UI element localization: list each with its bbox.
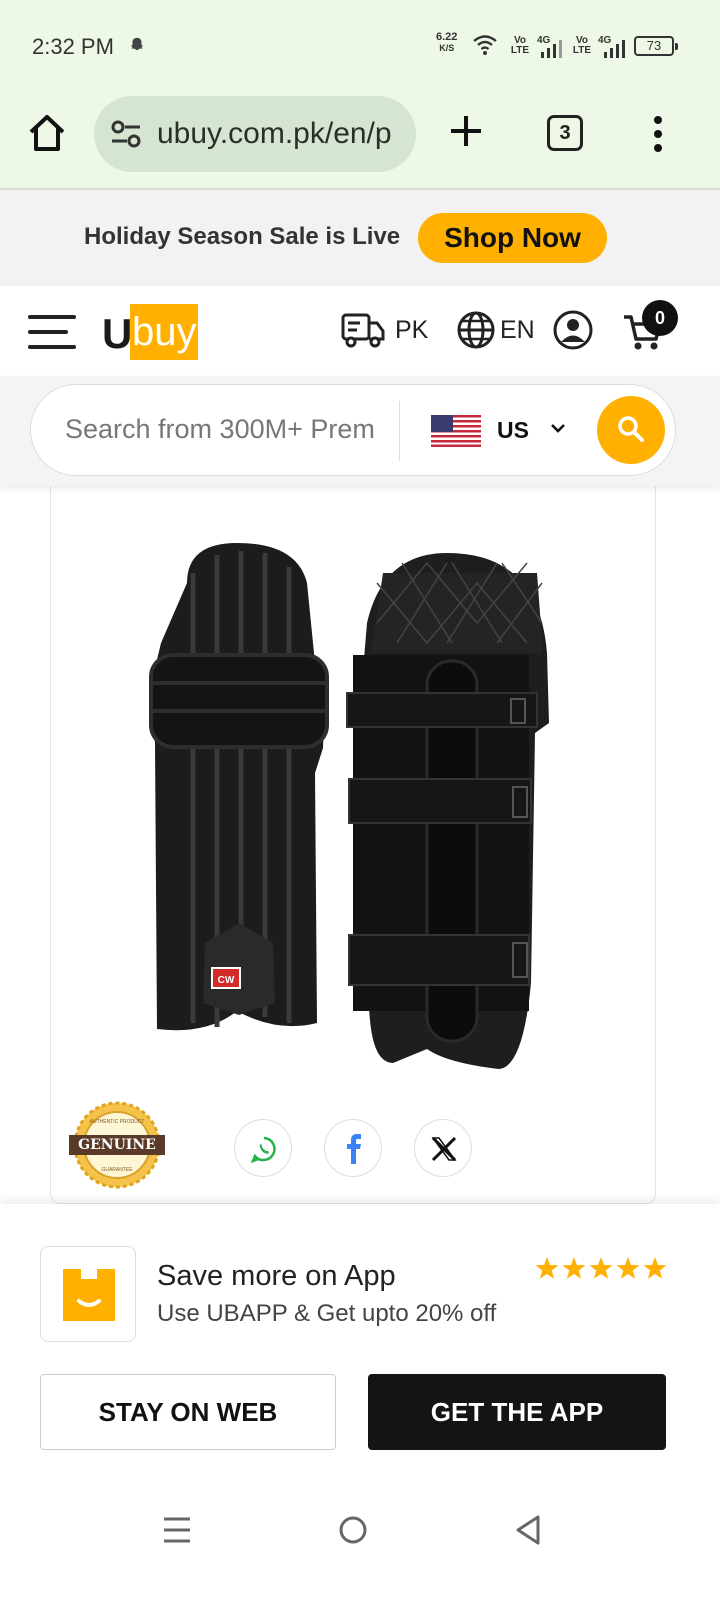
star-icon xyxy=(643,1257,667,1279)
url-text: ubuy.com.pk/en/p xyxy=(157,117,392,150)
new-tab-icon[interactable] xyxy=(448,113,484,149)
android-navigation-bar xyxy=(0,1474,720,1600)
browser-chrome: 2:32 PM 6.22 K/S Vo LTE 4G Vo LTE 4G 73 … xyxy=(0,0,720,190)
stay-on-web-button[interactable]: STAY ON WEB xyxy=(40,1374,336,1450)
ubuy-logo[interactable]: U buy xyxy=(102,304,198,362)
language-selector[interactable]: EN xyxy=(500,316,535,345)
globe-icon[interactable] xyxy=(456,310,496,350)
stars-svg xyxy=(535,1257,667,1279)
account-icon[interactable] xyxy=(552,309,594,351)
badge-bottom-text: GUARANTEE xyxy=(101,1167,133,1173)
ubuy-app-icon xyxy=(63,1269,115,1321)
sim1-volte-label: Vo LTE xyxy=(510,35,530,56)
promo-text: Holiday Season Sale is Live xyxy=(84,223,401,250)
us-flag-icon[interactable] xyxy=(431,415,481,447)
sim2-volte-label: Vo LTE xyxy=(572,35,592,56)
tab-switcher-button[interactable]: 3 xyxy=(547,115,583,151)
x-icon xyxy=(431,1136,457,1162)
search-box: US xyxy=(30,384,676,476)
hamburger-menu-icon[interactable] xyxy=(28,315,76,349)
share-whatsapp-button[interactable] xyxy=(234,1119,292,1177)
overflow-menu-icon[interactable] xyxy=(646,114,670,154)
search-divider xyxy=(399,401,400,461)
sim2-signal-icon xyxy=(604,40,625,58)
search-input[interactable] xyxy=(65,409,375,449)
status-time: 2:32 PM xyxy=(32,34,114,59)
app-icon xyxy=(40,1246,136,1342)
promo-banner: Holiday Season Sale is Live Shop Now xyxy=(0,190,720,286)
logo-text: buy xyxy=(132,310,197,354)
battery-level: 73 xyxy=(646,38,662,53)
logo-letter-u: U xyxy=(102,310,133,357)
site-settings-icon[interactable] xyxy=(110,120,142,148)
facebook-icon xyxy=(347,1134,361,1164)
app-banner-subtitle: Use UBAPP & Get upto 20% off xyxy=(157,1300,497,1327)
app-banner-title: Save more on App xyxy=(157,1260,396,1292)
app-download-banner: Save more on App Use UBAPP & Get upto 20… xyxy=(0,1204,720,1474)
recent-apps-icon[interactable] xyxy=(162,1516,192,1544)
snapchat-notification-icon xyxy=(130,37,144,51)
rating-stars xyxy=(534,1256,669,1287)
wifi-icon xyxy=(473,35,497,55)
product-card: CW GENUINE AUTHENTIC PRODUCT GUARANTEE xyxy=(50,470,656,1204)
country-selector[interactable]: US xyxy=(497,417,529,444)
star-icon xyxy=(589,1257,613,1279)
search-section: US xyxy=(0,376,720,486)
get-the-app-button[interactable]: GET THE APP xyxy=(368,1374,666,1450)
share-facebook-button[interactable] xyxy=(324,1119,382,1177)
search-icon xyxy=(618,415,644,442)
back-nav-icon[interactable] xyxy=(514,1514,542,1546)
genuine-product-badge: GENUINE AUTHENTIC PRODUCT GUARANTEE xyxy=(69,1101,165,1189)
ship-to-country[interactable]: PK xyxy=(395,316,428,345)
star-icon xyxy=(562,1257,586,1279)
badge-text: GENUINE xyxy=(78,1137,156,1153)
brand-mark: CW xyxy=(218,975,235,986)
address-bar[interactable]: ubuy.com.pk/en/p xyxy=(94,96,416,172)
network-speed: 6.22 K/S xyxy=(436,31,458,54)
genuine-seal-icon: GENUINE AUTHENTIC PRODUCT GUARANTEE xyxy=(69,1101,165,1189)
star-icon xyxy=(535,1257,559,1279)
battery-indicator: 73 xyxy=(634,36,678,56)
star-icon xyxy=(616,1257,640,1279)
sim1-signal-icon xyxy=(541,40,562,58)
shop-now-button[interactable]: Shop Now xyxy=(418,213,607,263)
home-icon[interactable] xyxy=(26,112,68,154)
site-header: U buy PK EN 0 xyxy=(0,286,720,376)
home-nav-icon[interactable] xyxy=(338,1515,368,1545)
chevron-down-icon[interactable] xyxy=(549,419,567,437)
cart-count-badge: 0 xyxy=(642,300,678,336)
shipping-truck-icon[interactable] xyxy=(340,310,386,350)
product-image-batting-pads[interactable]: CW xyxy=(147,543,563,1073)
share-x-button[interactable] xyxy=(414,1119,472,1177)
badge-top-text: AUTHENTIC PRODUCT xyxy=(90,1119,145,1125)
whatsapp-icon xyxy=(250,1136,276,1163)
search-button[interactable] xyxy=(597,396,665,464)
